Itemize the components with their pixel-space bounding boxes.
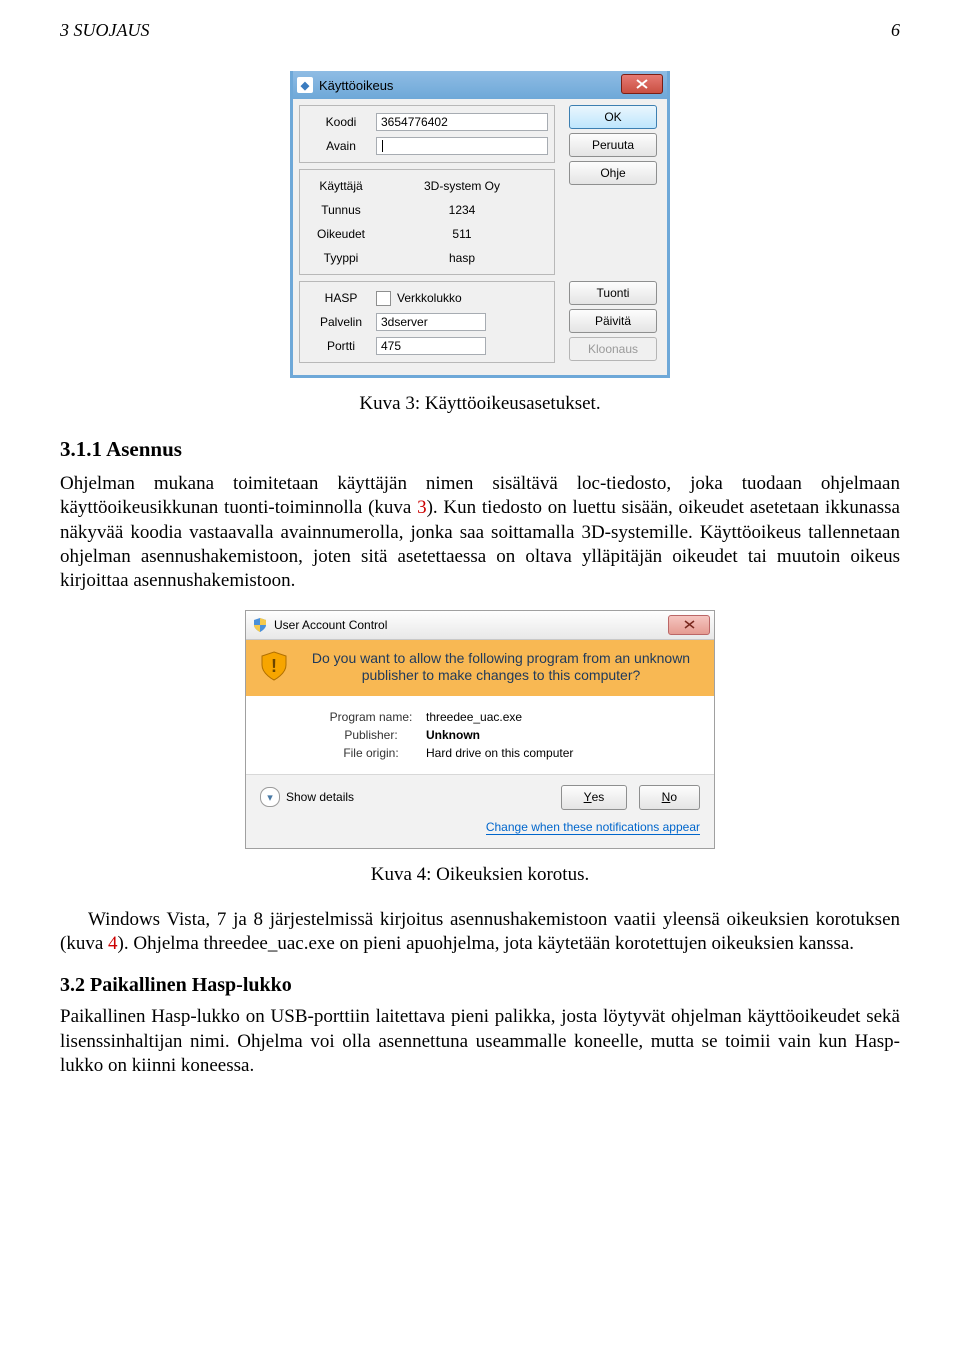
input-avain[interactable] [376, 137, 548, 155]
uac-dialog: User Account Control ! Do you want to al… [245, 610, 715, 849]
shield-large-icon: ! [258, 650, 290, 682]
update-button[interactable]: Päivitä [569, 309, 657, 333]
help-button[interactable]: Ohje [569, 161, 657, 185]
uac-titlebar: User Account Control [246, 611, 714, 640]
heading-32: 3.2 Paikallinen Hasp-lukko [60, 974, 900, 997]
label-oikeudet: Oikeudet [306, 227, 376, 241]
panel-code: Koodi 3654776402 Avain [299, 105, 555, 163]
import-button[interactable]: Tuonti [569, 281, 657, 305]
ok-button[interactable]: OK [569, 105, 657, 129]
running-header: 3 SUOJAUS 6 [60, 20, 900, 41]
value-oikeudet: 511 [376, 227, 548, 241]
uac-title-text: User Account Control [274, 618, 387, 632]
show-details-toggle[interactable]: ▾ Show details [260, 787, 354, 807]
figure-3: ◆ Käyttöoikeus Koodi 3654776402 [60, 71, 900, 378]
dialog-title: Käyttöoikeus [319, 78, 393, 93]
panel-user: Käyttäjä3D-system Oy Tunnus1234 Oikeudet… [299, 169, 555, 275]
uac-banner-text: Do you want to allow the following progr… [312, 650, 690, 684]
label-avain: Avain [306, 139, 376, 153]
figure-ref-4: 4 [108, 933, 118, 954]
text-cursor-icon [382, 140, 383, 152]
uac-close-button[interactable] [668, 615, 710, 635]
label-tunnus: Tunnus [306, 203, 376, 217]
app-icon: ◆ [297, 77, 313, 93]
svg-text:!: ! [271, 656, 277, 676]
label-koodi: Koodi [306, 115, 376, 129]
uac-banner: ! Do you want to allow the following pro… [246, 640, 714, 696]
figure-3-caption: Kuva 3: Käyttöoikeusasetukset. [60, 393, 900, 415]
value-tyyppi: hasp [376, 251, 548, 265]
label-hasp: HASP [306, 291, 376, 305]
uac-origin-value: Hard drive on this computer [426, 746, 573, 760]
figure-ref-3: 3 [417, 497, 427, 518]
input-portti[interactable]: 475 [376, 337, 486, 355]
value-kayttaja: 3D-system Oy [376, 179, 548, 193]
uac-origin-label: File origin: [316, 746, 426, 760]
paragraph-311: Ohjelman mukana toimitetaan käyttäjän ni… [60, 472, 900, 594]
figure-4-caption: Kuva 4: Oikeuksien korotus. [60, 864, 900, 886]
no-button[interactable]: No [639, 785, 700, 810]
paragraph-32: Paikallinen Hasp-lukko on USB-porttiin l… [60, 1005, 900, 1078]
checkbox-verkkolukko[interactable]: Verkkolukko [376, 291, 548, 306]
running-header-left: 3 SUOJAUS [60, 20, 149, 41]
running-header-right: 6 [891, 20, 900, 41]
close-icon [684, 620, 695, 629]
uac-program-label: Program name: [316, 710, 426, 724]
paragraph-after-fig4: Windows Vista, 7 ja 8 järjestelmissä kir… [60, 908, 900, 957]
close-button[interactable] [621, 74, 663, 94]
close-icon [636, 79, 648, 89]
label-palvelin: Palvelin [306, 315, 376, 329]
uac-publisher-value: Unknown [426, 728, 480, 742]
uac-program-value: threedee_uac.exe [426, 710, 522, 724]
yes-button[interactable]: Yes [561, 785, 628, 810]
chevron-down-icon: ▾ [260, 787, 280, 807]
input-koodi[interactable]: 3654776402 [376, 113, 548, 131]
uac-body: Program name:threedee_uac.exe Publisher:… [246, 696, 714, 774]
input-palvelin[interactable]: 3dserver [376, 313, 486, 331]
uac-settings-link[interactable]: Change when these notifications appear [260, 820, 700, 834]
checkbox-icon [376, 291, 391, 306]
heading-311: 3.1.1 Asennus [60, 437, 900, 462]
uac-footer: ▾ Show details Yes No Change when these … [246, 774, 714, 848]
license-dialog: ◆ Käyttöoikeus Koodi 3654776402 [290, 71, 670, 378]
uac-publisher-label: Publisher: [316, 728, 426, 742]
dialog-titlebar: ◆ Käyttöoikeus [293, 71, 667, 99]
label-tyyppi: Tyyppi [306, 251, 376, 265]
label-kayttaja: Käyttäjä [306, 179, 376, 193]
label-verkkolukko: Verkkolukko [397, 291, 462, 305]
shield-small-icon [252, 617, 268, 633]
show-details-label: Show details [286, 790, 354, 804]
value-tunnus: 1234 [376, 203, 548, 217]
panel-hasp: HASP Verkkolukko Palvelin 3dserver Portt… [299, 281, 555, 363]
label-portti: Portti [306, 339, 376, 353]
cancel-button[interactable]: Peruuta [569, 133, 657, 157]
clone-button[interactable]: Kloonaus [569, 337, 657, 361]
figure-4: User Account Control ! Do you want to al… [60, 610, 900, 849]
